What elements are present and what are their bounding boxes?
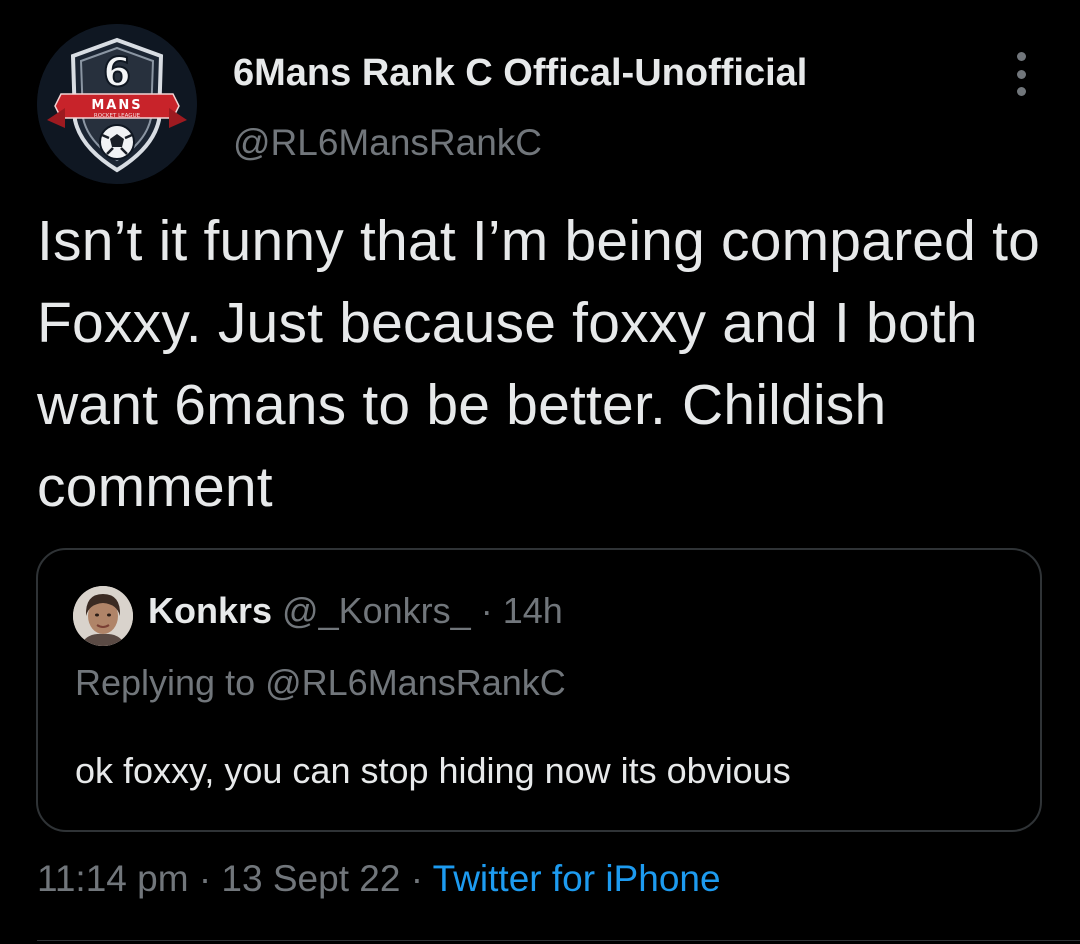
more-vertical-icon bbox=[1016, 52, 1026, 61]
quoted-tweet-time[interactable]: 14h bbox=[503, 590, 563, 631]
tweet-footer: 11:14 pm · 13 Sept 22 · Twitter for iPho… bbox=[37, 858, 721, 900]
tweet-source-link[interactable]: Twitter for iPhone bbox=[433, 858, 721, 899]
tweet-text: Isn’t it funny that I’m being compared t… bbox=[37, 209, 1041, 519]
tweet-header: 6 MANS ROCKET LEAGUE 6Mans Rank C Offica… bbox=[37, 24, 1047, 188]
author-avatar[interactable]: 6 MANS ROCKET LEAGUE bbox=[37, 24, 197, 184]
6mans-logo-icon: 6 MANS ROCKET LEAGUE bbox=[37, 24, 197, 184]
quoted-meta-separator: · bbox=[480, 590, 493, 631]
user-photo-icon bbox=[73, 586, 133, 646]
footer-separator: · bbox=[198, 858, 212, 899]
tweet-date[interactable]: 13 Sept 22 bbox=[221, 858, 400, 899]
quoted-author-handle[interactable]: @_Konkrs_ bbox=[282, 590, 471, 631]
tweet-time[interactable]: 11:14 pm bbox=[37, 858, 189, 899]
author-handle[interactable]: @RL6MansRankC bbox=[233, 122, 542, 164]
quoted-tweet-meta: Konkrs @_Konkrs_ · 14h bbox=[148, 590, 563, 632]
logo-subtext: ROCKET LEAGUE bbox=[94, 113, 141, 119]
divider bbox=[37, 940, 1080, 941]
more-vertical-icon-dot bbox=[1016, 87, 1026, 96]
author-name[interactable]: 6Mans Rank C Offical-Unofficial bbox=[233, 52, 807, 95]
quoted-tweet-text: ok foxxy, you can stop hiding now its ob… bbox=[75, 750, 791, 791]
more-options-button[interactable] bbox=[1005, 52, 1037, 96]
replying-to-label: Replying to @RL6MansRankC bbox=[75, 662, 566, 703]
logo-number: 6 bbox=[103, 50, 131, 96]
quoted-tweet-card[interactable]: Konkrs @_Konkrs_ · 14h Replying to @RL6M… bbox=[36, 548, 1042, 832]
footer-separator: · bbox=[410, 858, 424, 899]
logo-banner-text: MANS bbox=[91, 98, 142, 113]
quoted-author-avatar[interactable] bbox=[73, 586, 133, 646]
more-vertical-icon-dot bbox=[1016, 69, 1026, 79]
quoted-author-name[interactable]: Konkrs bbox=[148, 590, 272, 631]
